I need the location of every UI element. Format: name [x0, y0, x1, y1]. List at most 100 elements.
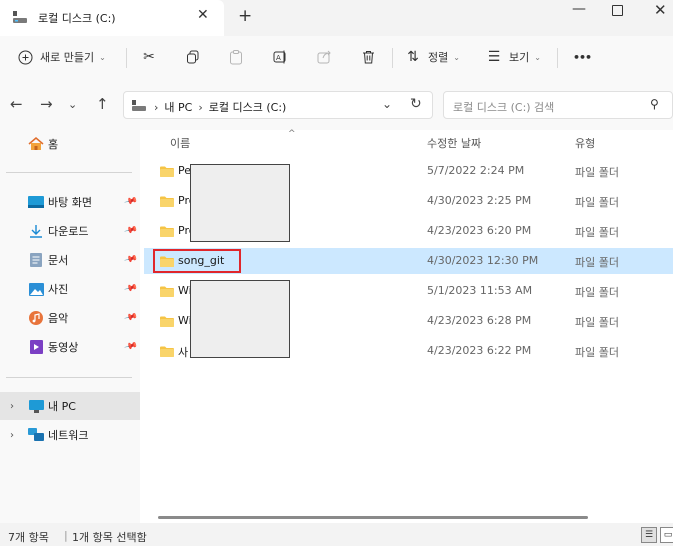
status-divider: |: [64, 529, 68, 542]
sidebar-item-desktop[interactable]: 바탕 화면 📌: [0, 188, 140, 216]
navigation-pane: 홈 바탕 화면 📌 다운로드 📌 문서 📌 사진 📌 음악 📌 동영상 📌 › …: [0, 130, 140, 523]
maximize-button[interactable]: [612, 5, 623, 16]
file-date: 5/1/2023 11:53 AM: [427, 284, 533, 297]
search-icon: ⚲: [650, 97, 659, 111]
sidebar-item-music[interactable]: 음악 📌: [0, 304, 140, 332]
file-date: 4/23/2023 6:28 PM: [427, 314, 532, 327]
folder-icon: [160, 166, 174, 177]
status-bar: 7개 항목 | 1개 항목 선택함 ☰ ▭: [0, 523, 673, 546]
delete-button[interactable]: [359, 46, 377, 68]
folder-icon: [160, 226, 174, 237]
sidebar-item-label: 문서: [48, 254, 69, 267]
address-bar[interactable]: › 내 PC › 로컬 디스크 (C:) ⌄: [123, 91, 433, 119]
column-header-date[interactable]: 수정한 날짜: [427, 135, 481, 151]
breadcrumb-this-pc[interactable]: 내 PC: [164, 99, 192, 115]
share-button[interactable]: [315, 46, 333, 68]
folder-icon: [160, 286, 174, 297]
sort-icon: ⇅: [407, 49, 419, 65]
address-dropdown-icon[interactable]: ⌄: [382, 97, 392, 111]
column-header-name[interactable]: 이름: [170, 135, 190, 151]
rename-icon: A: [271, 48, 289, 66]
sidebar-item-videos[interactable]: 동영상 📌: [0, 333, 140, 361]
sort-ascending-icon: ^: [288, 129, 296, 139]
horizontal-scrollbar[interactable]: [158, 516, 588, 519]
breadcrumb-chevron-icon: ›: [154, 100, 159, 114]
pin-icon[interactable]: 📌: [123, 282, 138, 296]
folder-icon: [160, 316, 174, 327]
column-header-type[interactable]: 유형: [575, 135, 595, 151]
view-button[interactable]: ☰ 보기 ⌄: [485, 46, 541, 68]
new-button[interactable]: 새로 만들기 ⌄: [16, 46, 106, 68]
breadcrumb-chevron-icon: ›: [198, 100, 203, 114]
sidebar-item-this-pc[interactable]: › 내 PC: [0, 392, 140, 420]
pin-icon[interactable]: 📌: [123, 253, 138, 267]
pin-icon[interactable]: 📌: [123, 224, 138, 238]
command-bar: 새로 만들기 ⌄ ✂ A ⇅ 정렬 ⌄ ☰ 보기 ⌄ •••: [0, 36, 673, 80]
desktop-icon: [28, 195, 44, 209]
plus-circle-icon: [16, 48, 34, 66]
tab-local-disk[interactable]: 로컬 디스크 (C:) ✕: [0, 0, 224, 36]
close-window-button[interactable]: ✕: [654, 1, 667, 19]
copy-button[interactable]: [184, 46, 202, 68]
network-icon: [28, 428, 44, 442]
file-type: 파일 폴더: [575, 316, 619, 329]
sidebar-item-label: 동영상: [48, 341, 79, 354]
pin-icon[interactable]: 📌: [123, 311, 138, 325]
search-placeholder: 로컬 디스크 (C:) 검색: [453, 101, 555, 114]
sidebar-item-label: 음악: [48, 312, 69, 325]
title-bar: 로컬 디스크 (C:) ✕ + — ✕: [0, 0, 673, 36]
sidebar-divider: [6, 172, 132, 173]
download-icon: [28, 224, 44, 238]
file-type: 파일 폴더: [575, 166, 619, 179]
file-list: 이름 ^ 수정한 날짜 유형 Pe 5/7/2022 2:24 PM 파일 폴더…: [140, 129, 673, 523]
file-type: 파일 폴더: [575, 226, 619, 239]
sidebar-item-label: 내 PC: [48, 400, 76, 413]
up-arrow-icon[interactable]: ↑: [96, 95, 109, 113]
toolbar-divider: [557, 48, 558, 68]
sidebar-item-documents[interactable]: 문서 📌: [0, 246, 140, 274]
new-tab-button[interactable]: +: [238, 6, 252, 26]
tiles-view-icon[interactable]: ▭: [660, 527, 673, 543]
chevron-down-icon: ⌄: [453, 52, 460, 62]
file-date: 4/23/2023 6:22 PM: [427, 344, 532, 357]
file-date: 4/30/2023 12:30 PM: [427, 254, 539, 267]
sidebar-divider: [6, 377, 132, 378]
copy-icon: [184, 48, 202, 66]
close-tab-icon[interactable]: ✕: [197, 7, 209, 23]
pin-icon[interactable]: 📌: [123, 340, 138, 354]
share-icon: [315, 48, 333, 66]
more-options-button[interactable]: •••: [573, 46, 592, 68]
forward-arrow-icon[interactable]: →: [40, 95, 53, 113]
sidebar-item-label: 다운로드: [48, 225, 89, 238]
refresh-icon[interactable]: ↻: [410, 96, 422, 112]
redaction-box: [190, 280, 290, 358]
details-view-icon[interactable]: ☰: [641, 527, 657, 543]
trash-icon: [359, 48, 377, 66]
expand-chevron-icon[interactable]: ›: [10, 430, 14, 441]
redaction-box: [190, 164, 290, 242]
breadcrumb-local-disk[interactable]: 로컬 디스크 (C:): [209, 99, 287, 115]
music-icon: [28, 311, 44, 325]
sidebar-item-network[interactable]: › 네트워크: [0, 421, 140, 449]
pin-icon[interactable]: 📌: [123, 195, 138, 209]
rename-button[interactable]: A: [271, 46, 289, 68]
minimize-button[interactable]: —: [572, 1, 586, 17]
sidebar-item-downloads[interactable]: 다운로드 📌: [0, 217, 140, 245]
sidebar-item-label: 홈: [48, 138, 59, 151]
paste-button[interactable]: [227, 46, 245, 68]
toolbar-divider: [392, 48, 393, 68]
sidebar-item-pictures[interactable]: 사진 📌: [0, 275, 140, 303]
sort-button[interactable]: ⇅ 정렬 ⌄: [404, 46, 460, 68]
sidebar-item-home[interactable]: 홈: [0, 130, 140, 158]
monitor-icon: [28, 399, 44, 413]
expand-chevron-icon[interactable]: ›: [10, 401, 14, 412]
address-row: ← → ⌄ ↑ › 내 PC › 로컬 디스크 (C:) ⌄ ↻ 로컬 디스크 …: [0, 80, 673, 130]
pc-icon: [132, 100, 146, 111]
file-date: 4/30/2023 2:25 PM: [427, 194, 532, 207]
sort-label: 정렬: [428, 51, 449, 64]
back-arrow-icon[interactable]: ←: [10, 95, 23, 113]
cut-button[interactable]: ✂: [140, 46, 158, 68]
recent-chevron-icon[interactable]: ⌄: [68, 98, 77, 111]
search-input[interactable]: 로컬 디스크 (C:) 검색 ⚲: [443, 91, 673, 119]
picture-icon: [28, 282, 44, 296]
